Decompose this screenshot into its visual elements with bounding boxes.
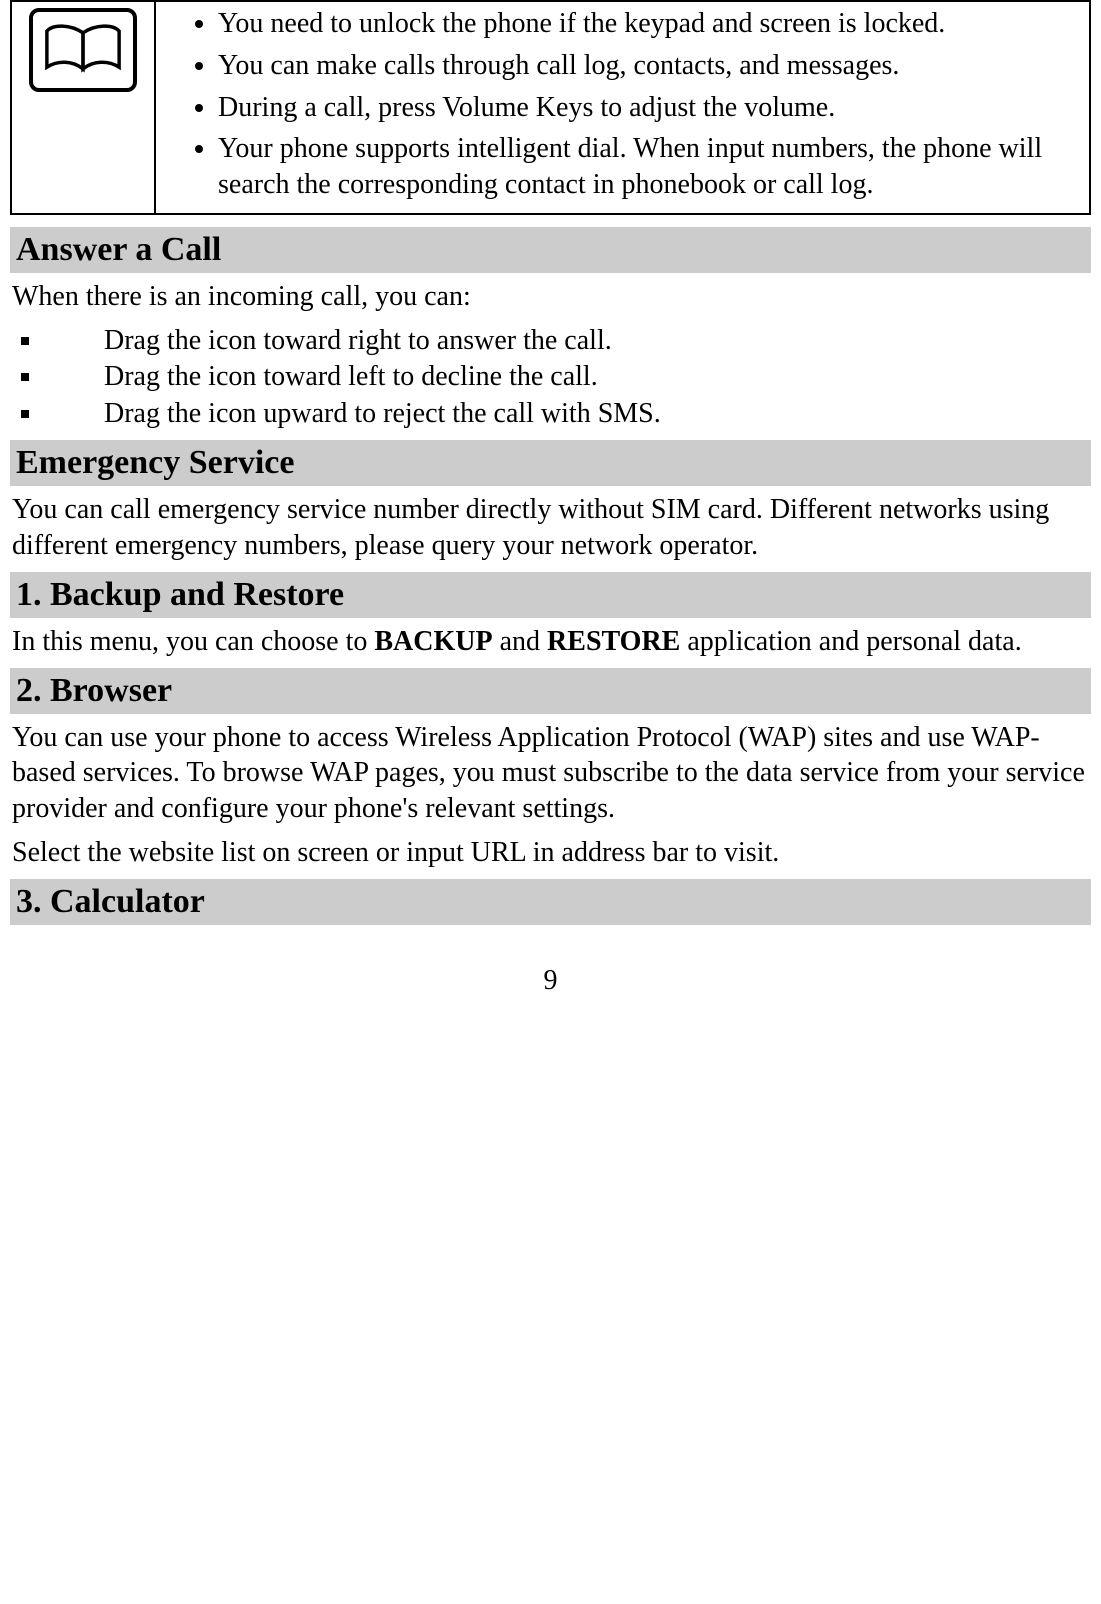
section-heading-calculator: 3. Calculator	[10, 879, 1091, 925]
list-item: Your phone supports intelligent dial. Wh…	[218, 131, 1083, 203]
section-heading-answer-call: Answer a Call	[10, 227, 1091, 273]
paragraph: You can call emergency service number di…	[12, 492, 1089, 564]
list-item: Drag the icon toward right to answer the…	[44, 323, 1091, 359]
document-page: You need to unlock the phone if the keyp…	[0, 0, 1101, 1027]
table-content-cell: You need to unlock the phone if the keyp…	[155, 1, 1090, 214]
section-heading-browser: 2. Browser	[10, 668, 1091, 714]
paragraph: You can use your phone to access Wireles…	[12, 720, 1089, 827]
tips-table: You need to unlock the phone if the keyp…	[10, 0, 1091, 215]
section-heading-emergency: Emergency Service	[10, 440, 1091, 486]
list-item: You need to unlock the phone if the keyp…	[218, 6, 1083, 42]
list-item: Drag the icon upward to reject the call …	[44, 396, 1091, 432]
list-item: Drag the icon toward left to decline the…	[44, 359, 1091, 395]
paragraph: When there is an incoming call, you can:	[12, 279, 1089, 315]
text: and	[493, 626, 547, 657]
list-item: During a call, press Volume Keys to adju…	[218, 90, 1083, 126]
bold-text: RESTORE	[547, 626, 680, 657]
paragraph: In this menu, you can choose to BACKUP a…	[12, 624, 1089, 660]
answer-list: Drag the icon toward right to answer the…	[10, 323, 1091, 432]
page-number: 9	[10, 965, 1091, 997]
bold-text: BACKUP	[374, 626, 492, 657]
book-icon	[29, 8, 137, 92]
text: application and personal data.	[680, 626, 1021, 657]
paragraph: Select the website list on screen or inp…	[12, 835, 1089, 871]
section-heading-backup: 1. Backup and Restore	[10, 572, 1091, 618]
tips-list: You need to unlock the phone if the keyp…	[162, 6, 1083, 203]
table-icon-cell	[11, 1, 155, 214]
text: In this menu, you can choose to	[12, 626, 374, 657]
list-item: You can make calls through call log, con…	[218, 48, 1083, 84]
